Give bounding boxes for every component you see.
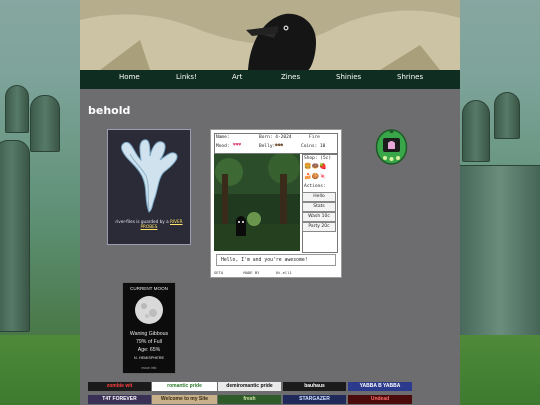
page-heading: behold bbox=[88, 104, 131, 117]
pet-message: Hello, I'm and you're awesome! bbox=[216, 254, 336, 266]
river-caption: river-files is guarded by a RIVER PROBES bbox=[110, 219, 188, 229]
pet-coins-label: Coins: 10 bbox=[301, 144, 326, 149]
nav-zines[interactable]: Zines bbox=[281, 73, 300, 81]
gravestone bbox=[30, 95, 60, 152]
nav-links[interactable]: Links! bbox=[176, 73, 197, 81]
pet-mood-label: Mood: bbox=[216, 144, 230, 149]
stamp-button[interactable]: YABBA B YABBA bbox=[348, 382, 412, 391]
gravestone bbox=[0, 140, 30, 332]
stamp-button[interactable]: romantic pride bbox=[152, 382, 217, 391]
nav-art[interactable]: Art bbox=[232, 73, 242, 81]
actions-label: Actions: bbox=[304, 184, 326, 189]
stamp-button[interactable]: zombie wit bbox=[88, 382, 151, 391]
party-button[interactable]: Party 20c bbox=[302, 222, 336, 232]
stamp-button[interactable]: Welcome to my Site bbox=[152, 395, 217, 404]
pet-footer-mid: MADE BY bbox=[243, 270, 260, 275]
pet-element-label: Fire bbox=[309, 135, 320, 140]
moon-hemisphere: N. HEMISPHERE bbox=[134, 356, 164, 360]
top-navigation: Home Links! Art Zines Shinies Shrines bbox=[80, 70, 460, 89]
river-guard-widget[interactable]: river-files is guarded by a RIVER PROBES bbox=[107, 129, 191, 245]
gravestone bbox=[494, 92, 520, 139]
belly-food-icon: ●●● bbox=[275, 143, 284, 148]
mood-hearts-icon: ♥♥♥ bbox=[233, 143, 242, 148]
pet-name-label: Name: bbox=[216, 135, 230, 140]
hello-button[interactable]: Hello bbox=[302, 192, 336, 202]
stats-button[interactable]: Stats bbox=[302, 202, 336, 212]
stamp-button[interactable]: T4T FOREVER bbox=[88, 395, 151, 404]
tamagotchi-device-icon[interactable] bbox=[375, 127, 408, 165]
pet-footer-left: GETA bbox=[214, 270, 224, 275]
moon-footer[interactable]: moon info bbox=[123, 366, 175, 370]
moon-percent-full: 79% of Full bbox=[136, 339, 162, 345]
crow-banner-image bbox=[80, 0, 460, 70]
gravestone bbox=[462, 100, 490, 162]
stamp-button[interactable]: STARGAZER bbox=[283, 395, 346, 404]
nav-shrines[interactable]: Shrines bbox=[397, 73, 423, 81]
shop-label: Shop: (5c) bbox=[304, 156, 332, 161]
moon-age: Age: 65% bbox=[137, 347, 161, 353]
moon-icon bbox=[135, 296, 164, 324]
pet-belly-label: Belly: bbox=[259, 144, 276, 149]
wash-button[interactable]: Wash 10c bbox=[302, 212, 336, 222]
gravestone bbox=[5, 85, 29, 133]
nav-home[interactable]: Home bbox=[119, 73, 140, 81]
stamp-button[interactable]: demiromantic pride bbox=[218, 382, 281, 391]
nav-shinies[interactable]: Shinies bbox=[336, 73, 361, 81]
shop-food-icons[interactable]: 🍔🍩🍓 bbox=[304, 163, 326, 170]
shop-treat-icons[interactable]: 🍰🍪🍬 bbox=[304, 173, 326, 180]
pet-footer-right[interactable]: Ot-ell1 bbox=[276, 270, 292, 275]
pet-footer: GETA MADE BY Ot-ell1 bbox=[214, 270, 338, 275]
header-banner bbox=[80, 0, 460, 70]
main-column: Home Links! Art Zines Shinies Shrines be… bbox=[80, 0, 460, 405]
virtual-pet-widget: Name: Born: 4-2024 Fire Mood: ♥♥♥ Belly:… bbox=[210, 129, 342, 278]
pet-scene-image bbox=[214, 154, 300, 251]
pet-born-label: Born: 4-2024 bbox=[259, 135, 292, 140]
stamp-button[interactable]: Undead bbox=[348, 395, 412, 404]
stamp-button[interactable]: bauhaus bbox=[283, 382, 346, 391]
current-moon-widget: CURRENT MOON Waning Gibbous 79% of Full … bbox=[122, 282, 176, 374]
stamp-button[interactable]: fresh bbox=[218, 395, 281, 404]
moon-title: CURRENT MOON bbox=[130, 286, 168, 291]
river-probe-icon bbox=[121, 139, 178, 213]
moon-phase: Waning Gibbous bbox=[129, 331, 169, 337]
